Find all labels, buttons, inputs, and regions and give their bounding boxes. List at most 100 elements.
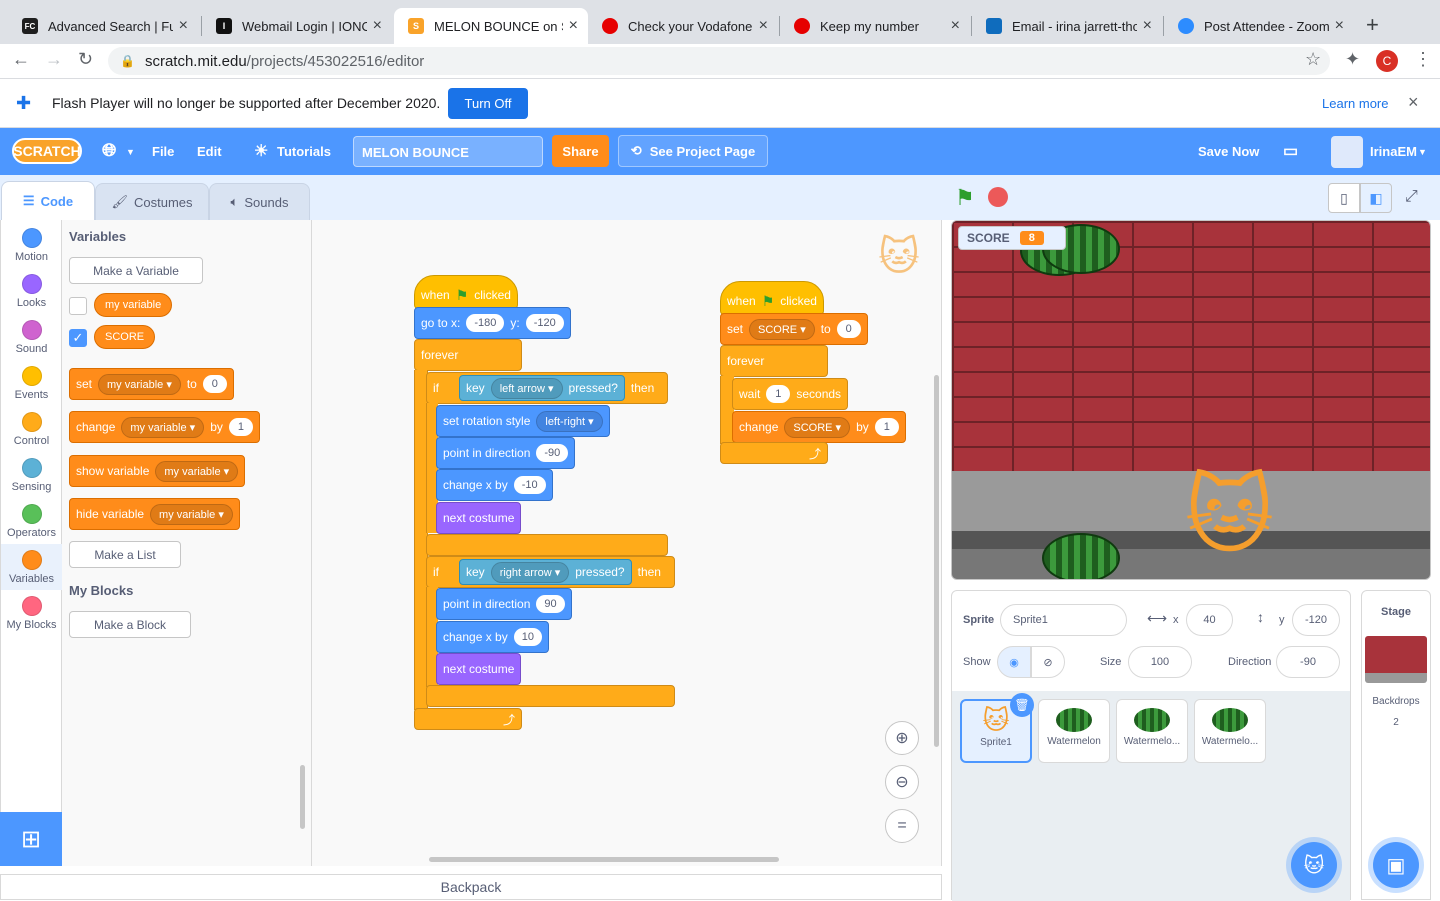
browser-tab[interactable]: Email - irina jarrett-tho × <box>972 8 1162 44</box>
sprite-tile-watermelon3[interactable]: Watermelo... <box>1194 699 1266 763</box>
new-tab-icon[interactable]: + <box>1366 12 1379 38</box>
key-pressed-sensing[interactable]: key right arrow ▾ pressed? <box>459 559 632 585</box>
forward-icon[interactable]: → <box>45 49 63 70</box>
show-visible-button[interactable]: ◉ <box>997 646 1031 678</box>
forever-block[interactable]: forever <box>414 339 522 371</box>
direction-input[interactable]: 90 <box>536 595 565 613</box>
tab-sounds[interactable]: 🔈︎ Sounds <box>209 183 310 220</box>
back-icon[interactable]: ← <box>12 49 30 70</box>
browser-tab[interactable]: Post Attendee - Zoom × <box>1164 8 1354 44</box>
delete-sprite-icon[interactable]: 🗑︎ <box>1010 693 1034 717</box>
value-input[interactable]: 1 <box>874 418 899 436</box>
close-tab-icon[interactable]: × <box>569 17 578 35</box>
category-motion[interactable]: Motion <box>1 222 62 268</box>
make-variable-button[interactable]: Make a Variable <box>69 257 203 284</box>
scratch-logo[interactable]: SCRATCH <box>12 138 82 164</box>
hide-variable-block[interactable]: hide variable my variable ▾ <box>69 498 240 530</box>
normal-stage-button[interactable]: ◧ <box>1360 183 1392 213</box>
forever-block[interactable]: forever <box>720 345 828 377</box>
change-x-block[interactable]: change x by -10 <box>436 469 553 501</box>
user-avatar[interactable] <box>1331 136 1363 168</box>
close-tab-icon[interactable]: × <box>1335 17 1344 35</box>
bookmark-star-icon[interactable]: ☆ <box>1305 49 1321 70</box>
share-button[interactable]: Share <box>552 135 609 167</box>
point-in-direction-block[interactable]: point in direction 90 <box>436 588 572 620</box>
change-x-block[interactable]: change x by 10 <box>436 621 549 653</box>
my-stuff-folder-icon[interactable]: ▭ <box>1283 141 1298 161</box>
profile-avatar[interactable]: C <box>1376 50 1398 72</box>
chevron-down-icon[interactable]: ▼ <box>126 147 135 157</box>
browser-tab[interactable]: Keep my number × <box>780 8 970 44</box>
backpack-bar[interactable]: Backpack <box>0 874 942 900</box>
zoom-out-button[interactable]: ⊖ <box>885 765 919 799</box>
variable-dropdown[interactable]: SCORE ▾ <box>784 416 851 438</box>
save-now-button[interactable]: Save Now <box>1198 144 1259 159</box>
username-menu[interactable]: IrinaEM <box>1370 144 1417 159</box>
dx-input[interactable]: 10 <box>513 628 542 646</box>
url-field[interactable]: 🔒 scratch.mit.edu/projects/453022516/edi… <box>108 47 1330 75</box>
variable-dropdown[interactable]: my variable ▾ <box>98 373 181 395</box>
score-reporter[interactable]: SCORE <box>94 325 156 349</box>
project-title-input[interactable]: MELON BOUNCE <box>353 136 543 167</box>
category-looks[interactable]: Looks <box>1 268 62 314</box>
key-pressed-sensing[interactable]: key left arrow ▾ pressed? <box>459 375 625 401</box>
file-menu[interactable]: File <box>152 144 174 159</box>
show-hidden-button[interactable]: ⊘ <box>1031 646 1065 678</box>
if-right-block[interactable]: if key right arrow ▾ pressed? then <box>426 556 675 588</box>
when-flag-clicked-hat[interactable]: when ⚑ clicked <box>414 275 518 309</box>
wait-block[interactable]: wait 1 seconds <box>732 378 849 410</box>
browser-tab[interactable]: Check your Vodafone × <box>588 8 778 44</box>
next-costume-block[interactable]: next costume <box>436 653 522 685</box>
browser-menu-icon[interactable]: ⋮ <box>1414 49 1432 70</box>
go-to-xy-block[interactable]: go to x: -180 y: -120 <box>414 307 571 339</box>
variable-dropdown[interactable]: my variable ▾ <box>121 416 205 438</box>
value-input[interactable]: 0 <box>836 320 861 338</box>
learn-more-link[interactable]: Learn more <box>1322 96 1388 111</box>
wait-input[interactable]: 1 <box>766 385 791 403</box>
value-input[interactable]: 1 <box>228 418 253 436</box>
x-input[interactable]: 40 <box>1186 604 1233 636</box>
edit-menu[interactable]: Edit <box>197 144 222 159</box>
y-input[interactable]: -120 <box>1292 604 1340 636</box>
close-tab-icon[interactable]: × <box>951 17 960 35</box>
tab-costumes[interactable]: 🖌︎ Costumes <box>95 183 209 220</box>
close-tab-icon[interactable]: × <box>1143 17 1152 35</box>
when-flag-clicked-hat[interactable]: when ⚑ clicked <box>720 281 824 315</box>
workspace-vertical-scrollbar[interactable] <box>934 375 939 747</box>
chevron-down-icon[interactable]: ▼ <box>1418 147 1427 157</box>
sprite-tile-watermelon2[interactable]: Watermelo... <box>1116 699 1188 763</box>
close-tab-icon[interactable]: × <box>373 17 382 35</box>
category-control[interactable]: Control <box>1 406 62 452</box>
watermelon-sprite[interactable] <box>1042 533 1120 579</box>
stage-canvas[interactable]: 🐱︎ SCORE 8 <box>951 220 1431 580</box>
tab-code[interactable]: ☰ Code <box>1 181 95 220</box>
set-score-block[interactable]: set SCORE ▾ to 0 <box>720 313 868 345</box>
sprite-name-input[interactable]: Sprite1 <box>1000 604 1127 636</box>
direction-input[interactable]: -90 <box>536 444 569 462</box>
key-dropdown[interactable]: left arrow ▾ <box>490 377 563 399</box>
if-left-block[interactable]: if key left arrow ▾ pressed? then <box>426 372 668 404</box>
value-input[interactable]: 0 <box>202 375 227 393</box>
zoom-in-button[interactable]: ⊕ <box>885 721 919 755</box>
sprite-tile-watermelon[interactable]: Watermelon <box>1038 699 1110 763</box>
turn-off-button[interactable]: Turn Off <box>448 88 528 119</box>
my-variable-checkbox[interactable] <box>69 297 87 315</box>
point-in-direction-block[interactable]: point in direction -90 <box>436 437 576 469</box>
rotation-dropdown[interactable]: left-right ▾ <box>536 410 603 432</box>
extensions-icon[interactable]: ✦ <box>1345 49 1360 70</box>
show-variable-block[interactable]: show variable my variable ▾ <box>69 455 246 487</box>
change-variable-block[interactable]: change my variable ▾ by 1 <box>69 411 260 443</box>
category-sound[interactable]: Sound <box>1 314 62 360</box>
category-operators[interactable]: Operators <box>1 498 62 544</box>
score-monitor[interactable]: SCORE 8 <box>958 226 1066 250</box>
globe-icon[interactable]: 🌐︎ <box>102 140 116 161</box>
browser-tab[interactable]: FC Advanced Search | Fur × <box>8 8 198 44</box>
zoom-reset-button[interactable]: = <box>885 809 919 843</box>
set-variable-block[interactable]: set my variable ▾ to 0 <box>69 368 234 400</box>
script-workspace[interactable]: 🐱︎ when ⚑ clicked go to x: -180 y: -120 … <box>312 220 942 866</box>
variable-dropdown[interactable]: my variable ▾ <box>155 460 239 482</box>
make-block-button[interactable]: Make a Block <box>69 611 191 638</box>
browser-tab[interactable]: I Webmail Login | IONOS × <box>202 8 392 44</box>
make-list-button[interactable]: Make a List <box>69 541 181 568</box>
close-tab-icon[interactable]: × <box>179 17 188 35</box>
